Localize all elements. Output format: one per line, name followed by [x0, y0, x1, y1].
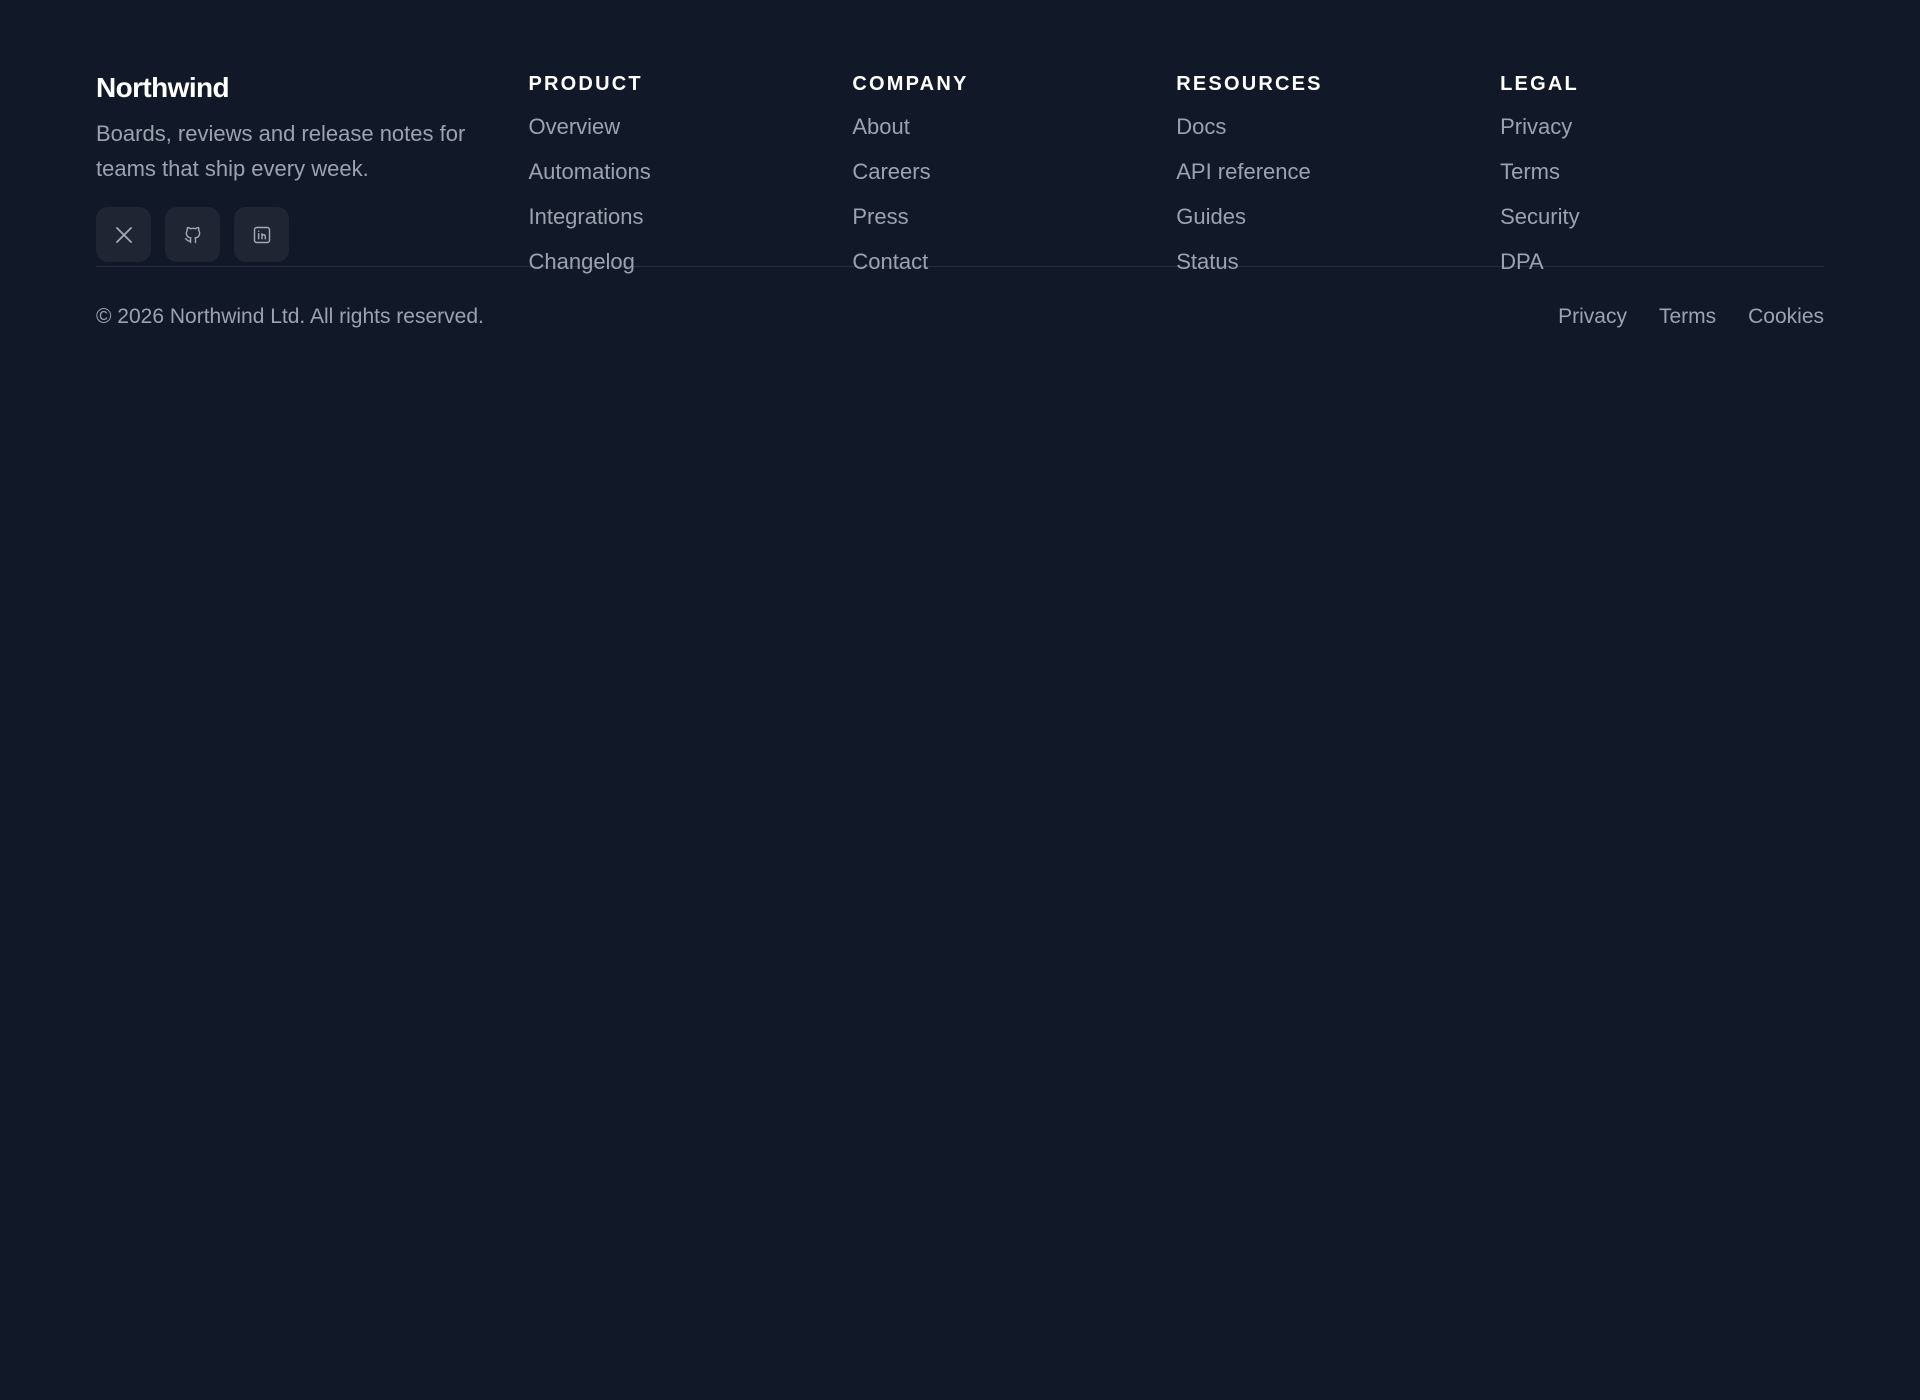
footer-link-contact[interactable]: Contact — [852, 249, 928, 274]
column-heading: PRODUCT — [528, 73, 643, 95]
bottom-link-privacy[interactable]: Privacy — [1558, 305, 1627, 329]
x-icon — [115, 226, 133, 244]
legal-links: Privacy Terms Cookies — [1558, 305, 1824, 329]
footer-link-status[interactable]: Status — [1176, 249, 1238, 274]
footer-link-api-reference[interactable]: API reference — [1176, 159, 1311, 184]
site-footer: Northwind Boards, reviews and release no… — [0, 0, 1920, 1400]
link-list: Docs API reference Guides Status — [1176, 110, 1500, 290]
footer-link-changelog[interactable]: Changelog — [528, 249, 634, 274]
column-heading: LEGAL — [1500, 73, 1579, 95]
footer-column-company: COMPANY About Careers Press Contact — [852, 70, 1176, 274]
footer-link-overview[interactable]: Overview — [528, 114, 620, 139]
github-icon — [183, 225, 203, 245]
link-list: Overview Automations Integrations Change… — [528, 110, 852, 290]
footer-column-legal: LEGAL Privacy Terms Security DPA — [1500, 70, 1824, 274]
linkedin-icon — [252, 225, 272, 245]
footer-link-security[interactable]: Security — [1500, 204, 1579, 229]
footer-link-about[interactable]: About — [852, 114, 910, 139]
social-links — [96, 207, 528, 262]
footer-link-careers[interactable]: Careers — [852, 159, 930, 184]
link-list: Privacy Terms Security DPA — [1500, 110, 1824, 290]
copyright-text: © 2026 Northwind Ltd. All rights reserve… — [96, 305, 484, 328]
social-x-button[interactable] — [96, 207, 151, 262]
bottom-link-cookies[interactable]: Cookies — [1748, 305, 1824, 329]
link-list: About Careers Press Contact — [852, 110, 1176, 290]
column-heading: COMPANY — [852, 73, 969, 95]
footer-column-product: PRODUCT Overview Automations Integration… — [528, 70, 852, 274]
footer-link-docs[interactable]: Docs — [1176, 114, 1226, 139]
footer-link-dpa[interactable]: DPA — [1500, 249, 1544, 274]
bottom-link-terms[interactable]: Terms — [1659, 305, 1716, 329]
brand-logo[interactable]: Northwind — [96, 72, 528, 104]
footer-link-guides[interactable]: Guides — [1176, 204, 1246, 229]
footer-column-resources: RESOURCES Docs API reference Guides Stat… — [1176, 70, 1500, 274]
footer-link-integrations[interactable]: Integrations — [528, 204, 643, 229]
brand-column: Northwind Boards, reviews and release no… — [96, 70, 528, 266]
column-heading: RESOURCES — [1176, 73, 1323, 95]
footer-link-privacy[interactable]: Privacy — [1500, 114, 1572, 139]
footer-link-automations[interactable]: Automations — [528, 159, 650, 184]
footer-link-terms[interactable]: Terms — [1500, 159, 1560, 184]
brand-tagline: Boards, reviews and release notes for te… — [96, 121, 466, 181]
social-linkedin-button[interactable] — [234, 207, 289, 262]
social-github-button[interactable] — [165, 207, 220, 262]
footer-top: Northwind Boards, reviews and release no… — [96, 0, 1824, 274]
footer-link-press[interactable]: Press — [852, 204, 908, 229]
